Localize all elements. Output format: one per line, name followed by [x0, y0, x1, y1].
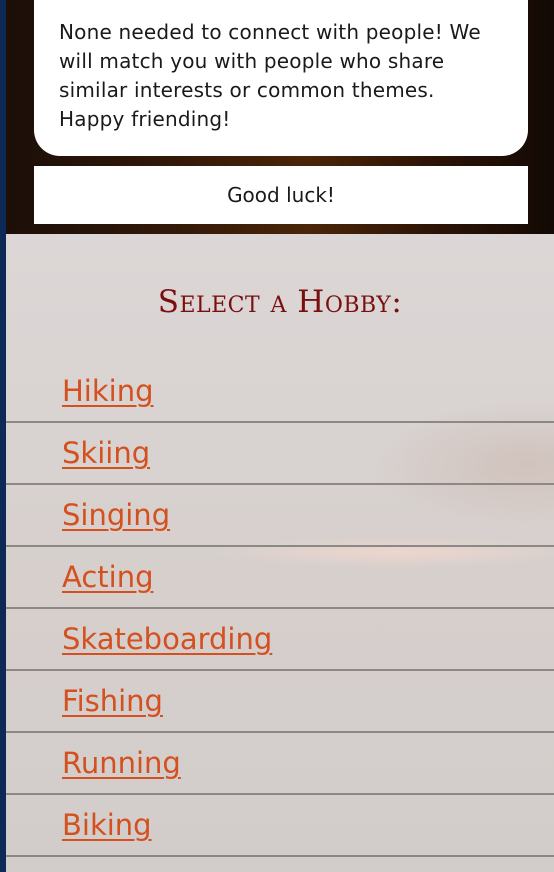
hobby-item: Acting [6, 547, 554, 609]
hobby-item: Hiking [6, 361, 554, 423]
good-luck-text: Good luck! [227, 183, 335, 207]
hobby-item: Fishing [6, 671, 554, 733]
hobby-item: Skateboarding [6, 609, 554, 671]
hobby-item: Skiing [6, 423, 554, 485]
hobby-link-skiing[interactable]: Skiing [62, 436, 150, 470]
hobby-link-running[interactable]: Running [62, 746, 181, 780]
info-card: None needed to connect with people! We w… [34, 0, 528, 156]
good-luck-banner: Good luck! [34, 166, 528, 224]
hero-background: None needed to connect with people! We w… [6, 0, 554, 234]
hobby-link-acting[interactable]: Acting [62, 560, 154, 594]
hobby-link-fishing[interactable]: Fishing [62, 684, 163, 718]
hobby-list: Hiking Skiing Singing Acting Skateboardi… [6, 361, 554, 857]
hobby-link-hiking[interactable]: Hiking [62, 374, 154, 408]
page: None needed to connect with people! We w… [6, 0, 554, 872]
hobby-section-title: Select a Hobby: [157, 284, 403, 320]
hobby-item: Running [6, 733, 554, 795]
info-text: None needed to connect with people! We w… [59, 20, 481, 131]
hobby-link-skateboarding[interactable]: Skateboarding [62, 622, 272, 656]
hobby-link-singing[interactable]: Singing [62, 498, 170, 532]
hobby-item: Singing [6, 485, 554, 547]
hobby-link-biking[interactable]: Biking [62, 808, 152, 842]
hobby-section: Select a Hobby: Hiking Skiing Singing Ac… [6, 234, 554, 872]
hobby-item: Biking [6, 795, 554, 857]
